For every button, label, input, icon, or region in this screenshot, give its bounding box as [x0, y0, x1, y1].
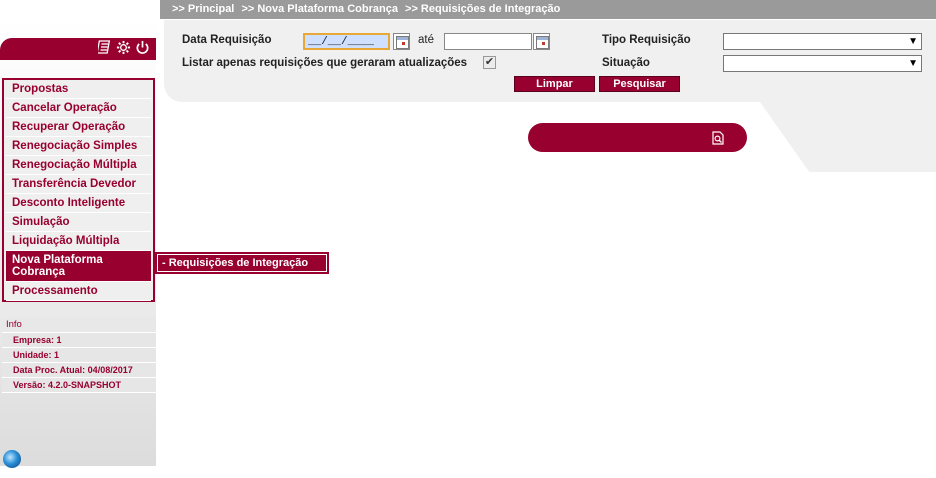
- date-from-input[interactable]: __/__/____: [303, 33, 390, 50]
- chevron-down-icon: ▼: [908, 58, 918, 69]
- data-requisicao-label: Data Requisição: [182, 34, 272, 46]
- situacao-select[interactable]: ▼: [723, 55, 922, 72]
- top-bar: >> Principal >> Nova Plataforma Cobrança…: [0, 0, 936, 20]
- menu-item-renegociacao-multipla[interactable]: Renegociação Múltipla: [6, 156, 151, 175]
- calendar-icon[interactable]: [393, 33, 410, 50]
- menu-item-nova-plataforma-cobranca[interactable]: Nova Plataforma Cobrança: [6, 251, 151, 282]
- info-panel: Info Empresa: 1 Unidade: 1 Data Proc. At…: [2, 318, 156, 393]
- calculator-icon[interactable]: [95, 40, 112, 60]
- info-unidade: Unidade: 1: [2, 348, 156, 363]
- menu-item-simulacao[interactable]: Simulação: [6, 213, 151, 232]
- breadcrumb-item-requisicoes: >> Requisições de Integração: [405, 3, 561, 15]
- menu-item-renegociacao-simples[interactable]: Renegociação Simples: [6, 137, 151, 156]
- breadcrumb-item-nova-plataforma[interactable]: >> Nova Plataforma Cobrança: [241, 3, 398, 15]
- submenu: - Requisições de Integração: [155, 252, 329, 274]
- situacao-label: Situação: [602, 57, 650, 69]
- info-versao: Versão: 4.2.0-SNAPSHOT: [2, 378, 156, 393]
- menu-item-cancelar-operacao[interactable]: Cancelar Operação: [6, 99, 151, 118]
- breadcrumb-item-principal[interactable]: >> Principal: [172, 3, 234, 15]
- menu-item-transferencia-devedor[interactable]: Transferência Devedor: [6, 175, 151, 194]
- ate-label: até: [418, 34, 434, 46]
- checkbox-label: Listar apenas requisições que geraram at…: [182, 57, 468, 69]
- info-title: Info: [2, 318, 156, 333]
- gear-icon[interactable]: [115, 40, 131, 60]
- pesquisar-button[interactable]: Pesquisar: [599, 76, 680, 92]
- atualizacoes-checkbox[interactable]: ✔: [483, 56, 496, 69]
- menu-item-recuperar-operacao[interactable]: Recuperar Operação: [6, 118, 151, 137]
- breadcrumb: >> Principal >> Nova Plataforma Cobrança…: [172, 3, 564, 15]
- chevron-down-icon: ▼: [908, 36, 918, 47]
- globe-icon[interactable]: [3, 450, 21, 468]
- info-empresa: Empresa: 1: [2, 333, 156, 348]
- tipo-requisicao-label: Tipo Requisição: [602, 34, 691, 46]
- calendar-icon[interactable]: [533, 33, 550, 50]
- sidebar-menu: Propostas Cancelar Operação Recuperar Op…: [2, 78, 155, 302]
- date-to-input[interactable]: [444, 33, 532, 50]
- menu-item-liquidacao-multipla[interactable]: Liquidação Múltipla: [6, 232, 151, 251]
- sidebar-toolbar: [0, 38, 156, 60]
- search-icon[interactable]: [711, 131, 725, 145]
- tipo-requisicao-select[interactable]: ▼: [723, 33, 922, 50]
- power-icon[interactable]: [134, 40, 150, 60]
- info-data-proc: Data Proc. Atual: 04/08/2017: [2, 363, 156, 378]
- menu-item-processamento[interactable]: Processamento: [6, 282, 151, 301]
- limpar-button[interactable]: Limpar: [514, 76, 595, 92]
- menu-item-propostas[interactable]: Propostas: [6, 80, 151, 99]
- menu-item-desconto-inteligente[interactable]: Desconto Inteligente: [6, 194, 151, 213]
- submenu-item-requisicoes-integracao[interactable]: - Requisições de Integração: [157, 254, 327, 272]
